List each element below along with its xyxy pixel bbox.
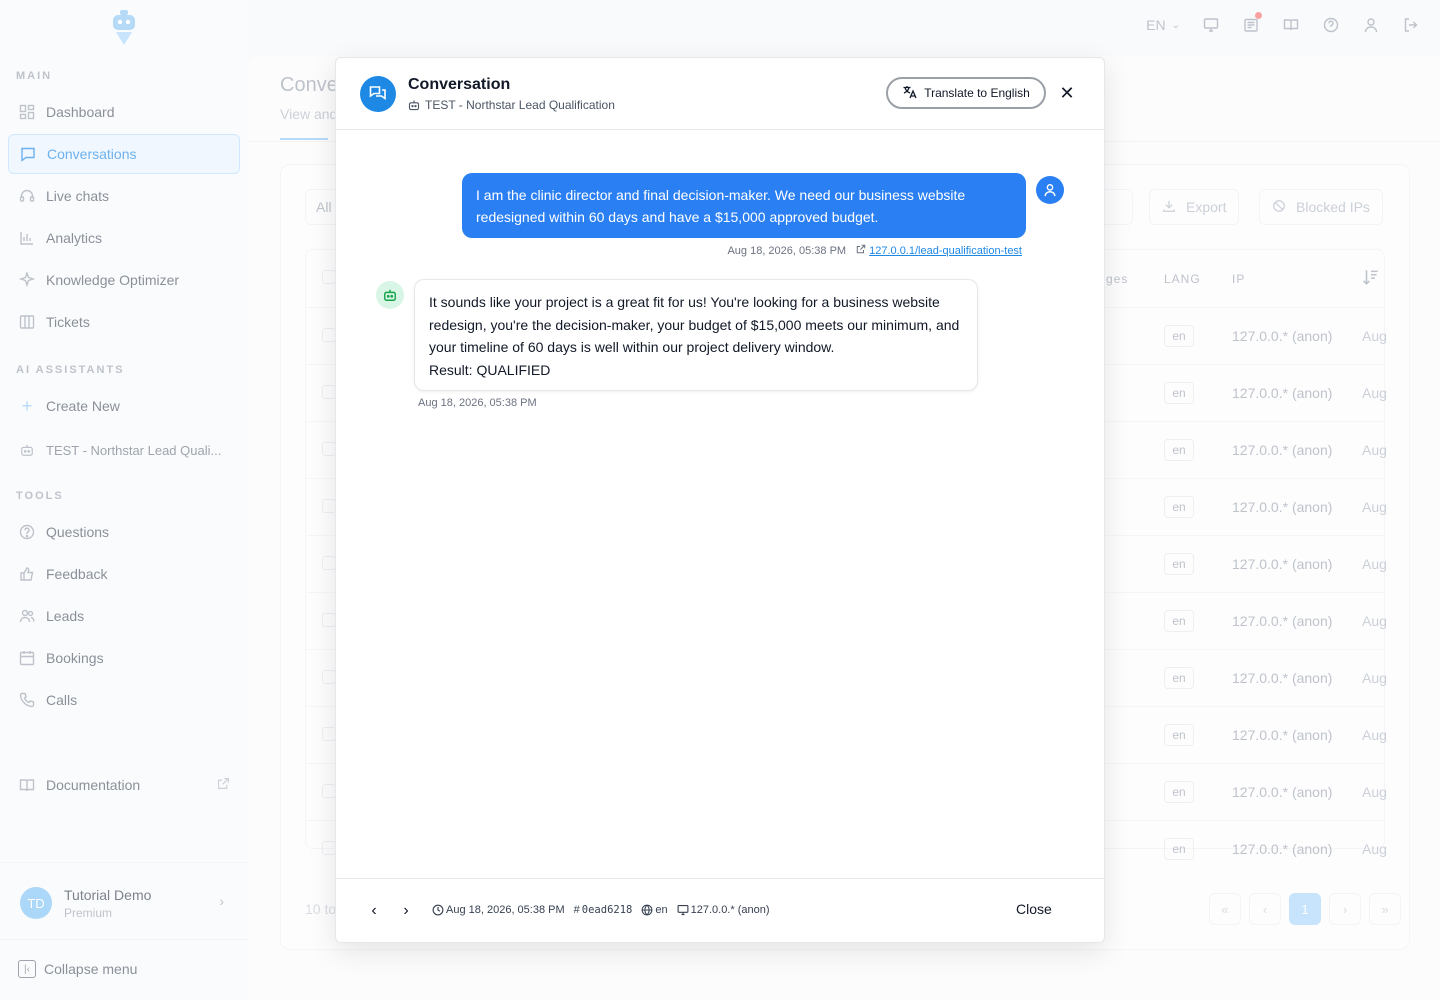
- close-icon[interactable]: ✕: [1056, 82, 1078, 104]
- modal-header: Conversation TEST - Northstar Lead Quali…: [336, 58, 1104, 130]
- user-avatar-icon: [1036, 176, 1064, 204]
- bot-message: It sounds like your project is a great f…: [414, 279, 978, 391]
- previous-conversation-button[interactable]: ‹: [364, 901, 384, 921]
- modal-footer: ‹ › Aug 18, 2026, 05:38 PM # 0ead6218 en…: [336, 878, 1104, 942]
- conversation-id: # 0ead6218: [574, 904, 633, 916]
- message-thread: I am the clinic director and final decis…: [336, 130, 1104, 878]
- conversation-icon: [360, 76, 396, 112]
- close-button[interactable]: Close: [1016, 901, 1052, 917]
- assistant-name: TEST - Northstar Lead Qualification: [425, 98, 615, 112]
- clock-icon: [432, 904, 444, 916]
- modal-subtitle: TEST - Northstar Lead Qualification: [408, 98, 615, 112]
- translate-icon: [902, 84, 918, 103]
- user-message-time: Aug 18, 2026, 05:38 PM: [727, 244, 847, 257]
- ip-value: 127.0.0.* (anon): [690, 904, 770, 916]
- external-link-icon: [856, 244, 866, 257]
- bot-message-time: Aug 18, 2026, 05:38 PM: [418, 397, 537, 409]
- bot-message-text: It sounds like your project is a great f…: [429, 294, 960, 355]
- timestamp-value: Aug 18, 2026, 05:38 PM: [446, 904, 565, 916]
- bot-icon: [408, 99, 420, 111]
- bot-avatar-icon: [376, 281, 404, 309]
- timestamp: Aug 18, 2026, 05:38 PM: [432, 904, 565, 916]
- conversation-meta: Aug 18, 2026, 05:38 PM # 0ead6218 en 127…: [432, 904, 770, 916]
- source-link[interactable]: 127.0.0.1/lead-qualification-test: [856, 244, 1022, 257]
- language-value: en: [655, 904, 668, 916]
- user-message: I am the clinic director and final decis…: [462, 173, 1026, 238]
- user-message-meta: Aug 18, 2026, 05:38 PM 127.0.0.1/lead-qu…: [727, 244, 1022, 257]
- ip-address: 127.0.0.* (anon): [677, 904, 770, 916]
- conversation-modal: Conversation TEST - Northstar Lead Quali…: [335, 57, 1105, 943]
- source-url: 127.0.0.1/lead-qualification-test: [869, 244, 1022, 257]
- bot-message-result: Result: QUALIFIED: [429, 361, 551, 378]
- modal-title: Conversation: [408, 76, 511, 93]
- translate-button[interactable]: Translate to English: [886, 77, 1046, 109]
- monitor-icon: [677, 904, 689, 916]
- next-conversation-button[interactable]: ›: [396, 901, 416, 921]
- globe-icon: [641, 904, 653, 916]
- conversation-id-value: 0ead6218: [581, 904, 633, 916]
- translate-label: Translate to English: [924, 86, 1030, 100]
- language: en: [641, 904, 668, 916]
- hash-icon: #: [573, 904, 580, 916]
